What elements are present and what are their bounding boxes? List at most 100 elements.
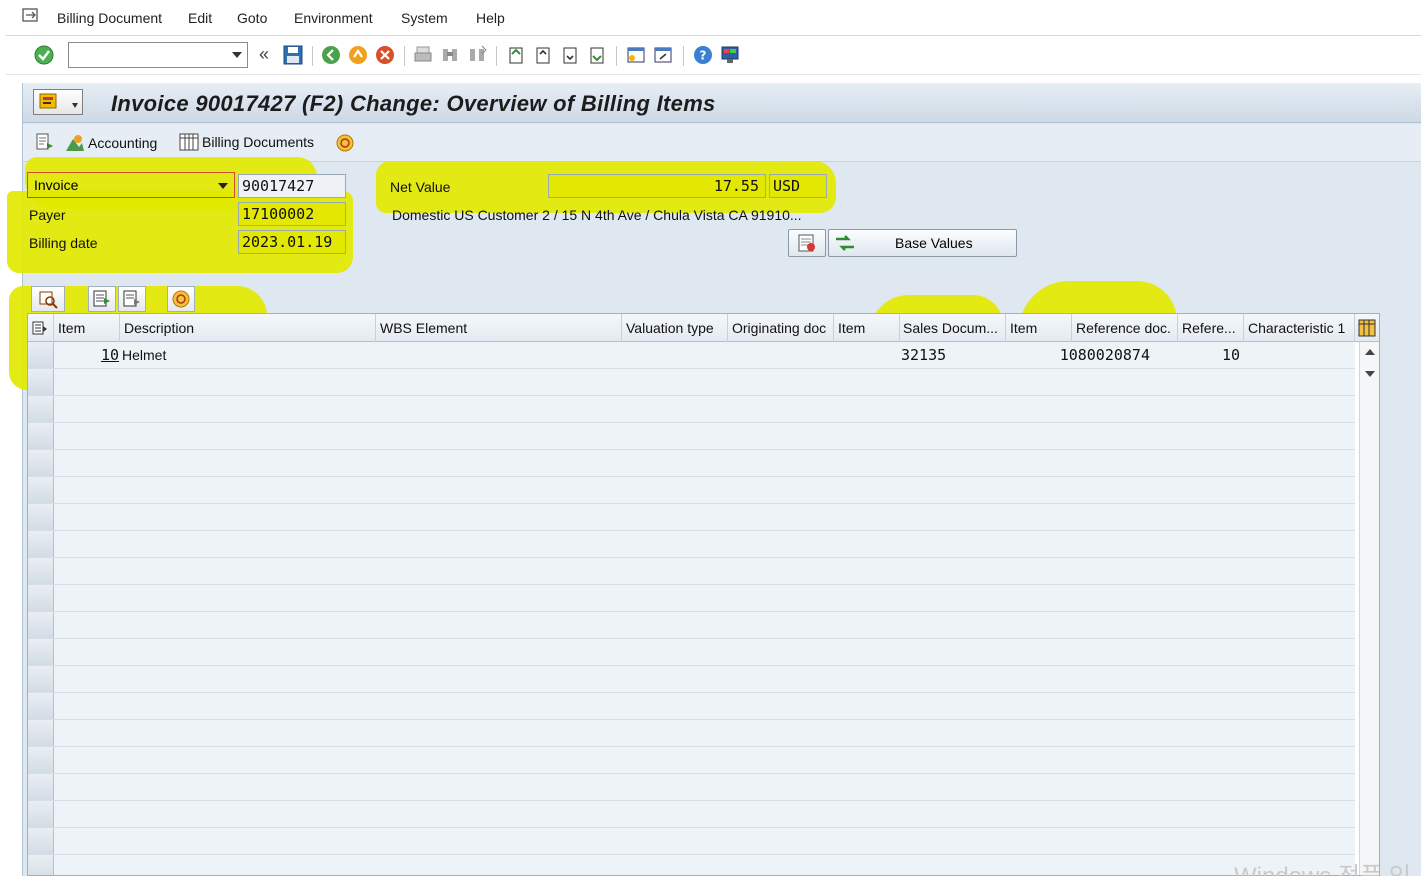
row-selector[interactable] xyxy=(28,666,54,692)
column-header-originating-doc[interactable]: Originating doc xyxy=(728,314,834,342)
table-row[interactable] xyxy=(28,477,1355,504)
column-header-description[interactable]: Description xyxy=(120,314,376,342)
row-selector[interactable] xyxy=(28,396,54,422)
table-row[interactable] xyxy=(28,396,1355,423)
base-values-button[interactable]: Base Values xyxy=(828,229,1017,257)
table-settings-icon[interactable] xyxy=(28,314,54,342)
table-row[interactable] xyxy=(28,639,1355,666)
table-row[interactable] xyxy=(28,531,1355,558)
row-selector[interactable] xyxy=(28,477,54,503)
column-header-reference-item[interactable]: Refere... xyxy=(1178,314,1244,342)
table-row[interactable] xyxy=(28,558,1355,585)
payer-field[interactable]: 17100002 xyxy=(238,202,346,226)
row-selector[interactable] xyxy=(28,612,54,638)
row-selector[interactable] xyxy=(28,774,54,800)
display-document-icon[interactable] xyxy=(35,133,55,153)
create-session-icon[interactable] xyxy=(625,44,647,66)
menu-help[interactable]: Help xyxy=(476,10,505,26)
find-next-icon[interactable] xyxy=(466,44,488,66)
customize-layout-icon[interactable] xyxy=(719,44,741,66)
generate-shortcut-icon[interactable] xyxy=(652,44,674,66)
row-selector[interactable] xyxy=(28,855,54,875)
last-page-icon[interactable] xyxy=(586,44,608,66)
cell-item[interactable]: 10 xyxy=(54,342,119,368)
row-selector[interactable] xyxy=(28,747,54,773)
billing-document-number-field[interactable]: 90017427 xyxy=(238,174,346,198)
row-selector[interactable] xyxy=(28,585,54,611)
row-selector[interactable] xyxy=(28,531,54,557)
table-row[interactable] xyxy=(28,585,1355,612)
row-selector[interactable] xyxy=(28,720,54,746)
previous-page-icon[interactable] xyxy=(532,44,554,66)
net-value-label: Net Value xyxy=(390,179,451,195)
table-row[interactable] xyxy=(28,801,1355,828)
table-row[interactable] xyxy=(28,855,1355,875)
row-selector[interactable] xyxy=(28,504,54,530)
column-header-characteristic-1[interactable]: Characteristic 1 xyxy=(1244,314,1355,342)
chevron-down-icon[interactable] xyxy=(232,52,242,58)
table-row[interactable] xyxy=(28,747,1355,774)
menu-edit[interactable]: Edit xyxy=(188,10,212,26)
back-icon[interactable] xyxy=(320,44,342,66)
row-selector[interactable] xyxy=(28,693,54,719)
table-row[interactable] xyxy=(28,720,1355,747)
table-row[interactable] xyxy=(28,666,1355,693)
row-selector[interactable] xyxy=(28,423,54,449)
next-page-icon[interactable] xyxy=(559,44,581,66)
enter-check-icon[interactable] xyxy=(33,44,55,66)
table-row[interactable] xyxy=(28,693,1355,720)
exit-icon[interactable] xyxy=(347,44,369,66)
services-icon[interactable] xyxy=(335,133,355,153)
column-header-item[interactable]: Item xyxy=(54,314,120,342)
table-row[interactable] xyxy=(28,369,1355,396)
scroll-down-icon[interactable] xyxy=(1365,371,1375,377)
column-header-originating-item[interactable]: Item xyxy=(834,314,900,342)
grid-services-button[interactable] xyxy=(167,286,195,312)
row-selector[interactable] xyxy=(28,801,54,827)
menu-goto[interactable]: Goto xyxy=(237,10,267,26)
find-icon[interactable] xyxy=(439,44,461,66)
column-chooser-icon[interactable] xyxy=(1355,314,1379,342)
table-row[interactable] xyxy=(28,450,1355,477)
table-row[interactable] xyxy=(28,828,1355,855)
row-selector[interactable] xyxy=(28,558,54,584)
deselect-all-button[interactable] xyxy=(118,286,146,312)
table-row[interactable] xyxy=(28,423,1355,450)
condition-analysis-button[interactable] xyxy=(788,229,826,257)
chevron-down-icon[interactable] xyxy=(218,183,228,189)
table-row[interactable]: 10 Helmet 32135 1080020874 10 xyxy=(28,342,1355,369)
billing-date-field[interactable]: 2023.01.19 xyxy=(238,230,346,254)
save-icon[interactable] xyxy=(282,44,304,66)
column-header-reference-doc[interactable]: Reference doc. xyxy=(1072,314,1178,342)
scroll-up-icon[interactable] xyxy=(1365,349,1375,355)
menu-exit-icon[interactable] xyxy=(22,8,40,22)
help-icon[interactable]: ? xyxy=(692,44,714,66)
details-button[interactable] xyxy=(31,286,65,312)
cancel-icon[interactable] xyxy=(374,44,396,66)
row-selector[interactable] xyxy=(28,342,54,368)
menu-environment[interactable]: Environment xyxy=(294,10,373,26)
first-page-icon[interactable] xyxy=(505,44,527,66)
column-header-valuation-type[interactable]: Valuation type xyxy=(622,314,728,342)
table-row[interactable] xyxy=(28,612,1355,639)
column-header-sales-document[interactable]: Sales Docum... xyxy=(900,314,1006,342)
menu-system[interactable]: System xyxy=(401,10,448,26)
row-selector[interactable] xyxy=(28,369,54,395)
select-all-button[interactable] xyxy=(88,286,116,312)
row-selector[interactable] xyxy=(28,450,54,476)
billing-documents-button[interactable]: Billing Documents xyxy=(179,133,314,151)
menu-billing-document[interactable]: Billing Document xyxy=(57,10,162,26)
row-selector[interactable] xyxy=(28,828,54,854)
vertical-scrollbar[interactable] xyxy=(1359,342,1379,875)
print-icon[interactable] xyxy=(412,44,434,66)
billing-type-select[interactable]: Invoice xyxy=(27,172,235,198)
menu-toggle-icon[interactable] xyxy=(33,89,83,115)
collapse-toolbar-icon[interactable]: « xyxy=(259,44,269,65)
row-selector[interactable] xyxy=(28,639,54,665)
command-field[interactable] xyxy=(68,42,248,68)
column-header-wbs-element[interactable]: WBS Element xyxy=(376,314,622,342)
accounting-button[interactable]: Accounting xyxy=(65,133,157,153)
table-row[interactable] xyxy=(28,504,1355,531)
column-header-sales-item[interactable]: Item xyxy=(1006,314,1072,342)
table-row[interactable] xyxy=(28,774,1355,801)
